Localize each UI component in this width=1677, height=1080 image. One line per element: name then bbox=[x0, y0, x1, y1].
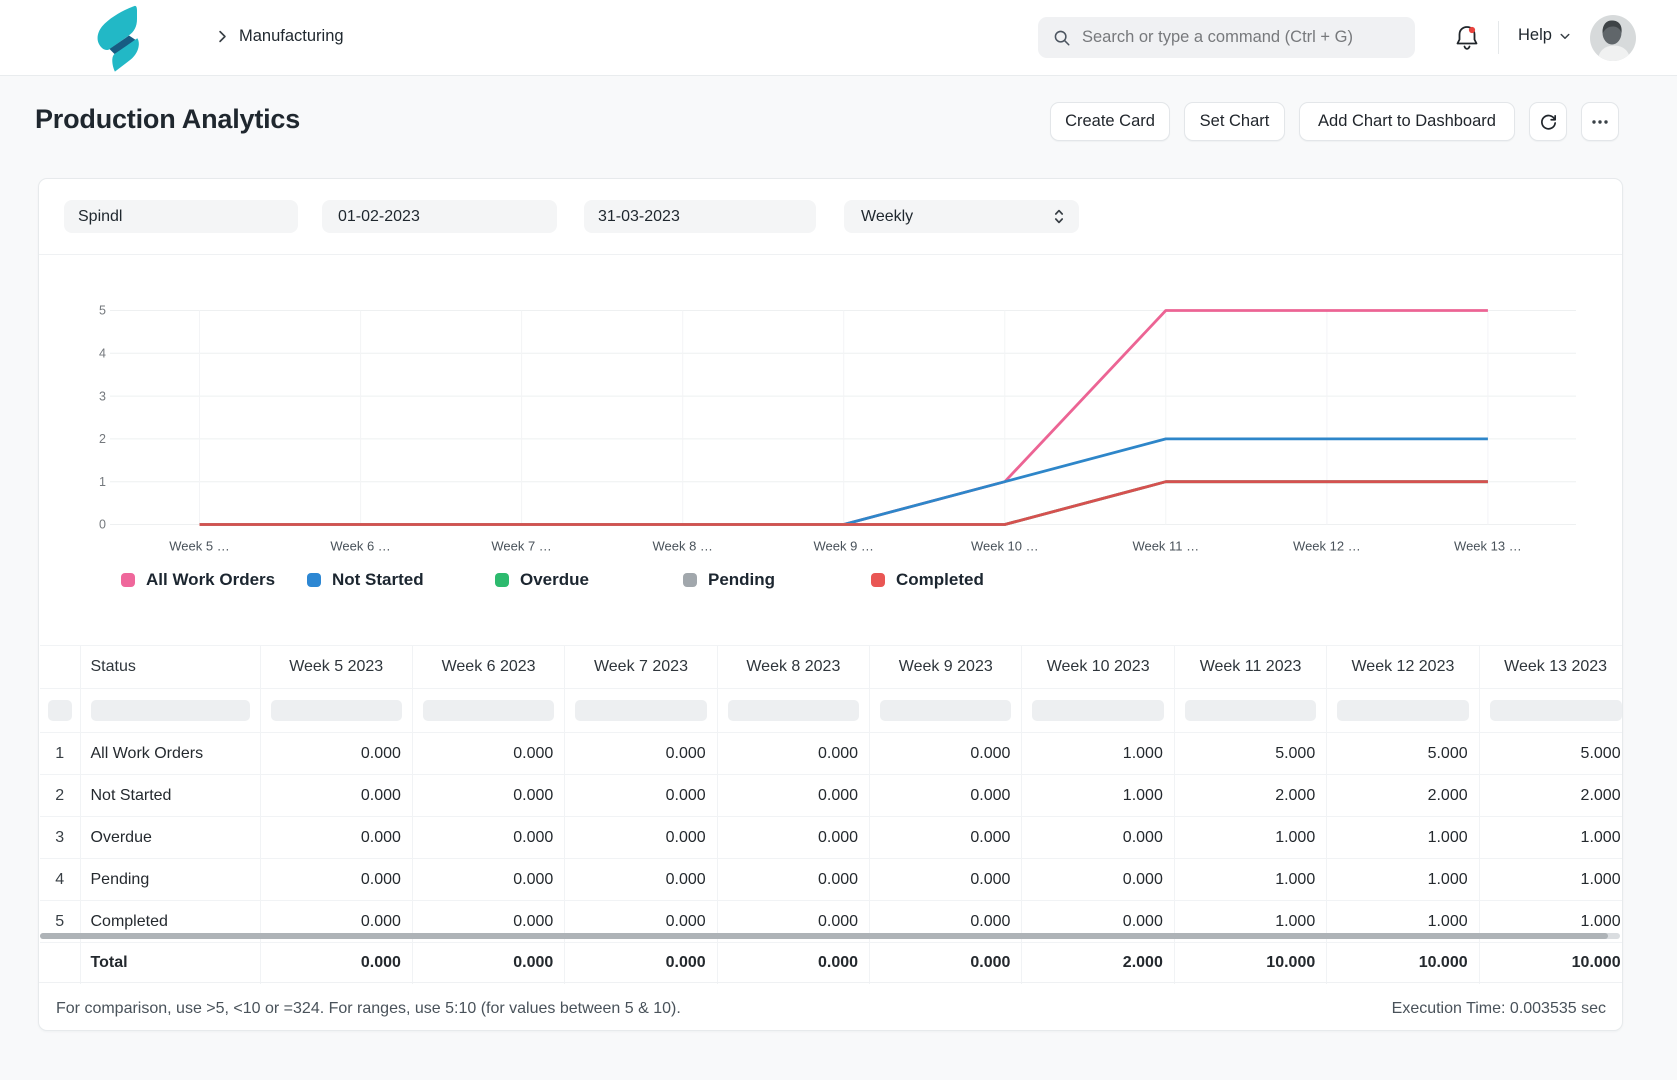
svg-text:Week 11 …: Week 11 … bbox=[1132, 539, 1199, 554]
svg-text:3: 3 bbox=[99, 389, 106, 403]
svg-text:Week 10 …: Week 10 … bbox=[971, 539, 1039, 554]
svg-text:0: 0 bbox=[99, 518, 106, 532]
svg-text:Week 9 …: Week 9 … bbox=[813, 539, 873, 554]
svg-text:5: 5 bbox=[99, 304, 106, 318]
svg-text:Week 7 …: Week 7 … bbox=[491, 539, 551, 554]
svg-text:Week 12 …: Week 12 … bbox=[1293, 539, 1361, 554]
svg-text:Week 13 …: Week 13 … bbox=[1454, 539, 1522, 554]
svg-text:1: 1 bbox=[99, 475, 106, 489]
svg-text:4: 4 bbox=[99, 347, 106, 361]
svg-text:Week 5 …: Week 5 … bbox=[169, 539, 229, 554]
svg-text:Week 8 …: Week 8 … bbox=[652, 539, 712, 554]
svg-text:Week 6 …: Week 6 … bbox=[330, 539, 390, 554]
svg-text:2: 2 bbox=[99, 432, 106, 446]
